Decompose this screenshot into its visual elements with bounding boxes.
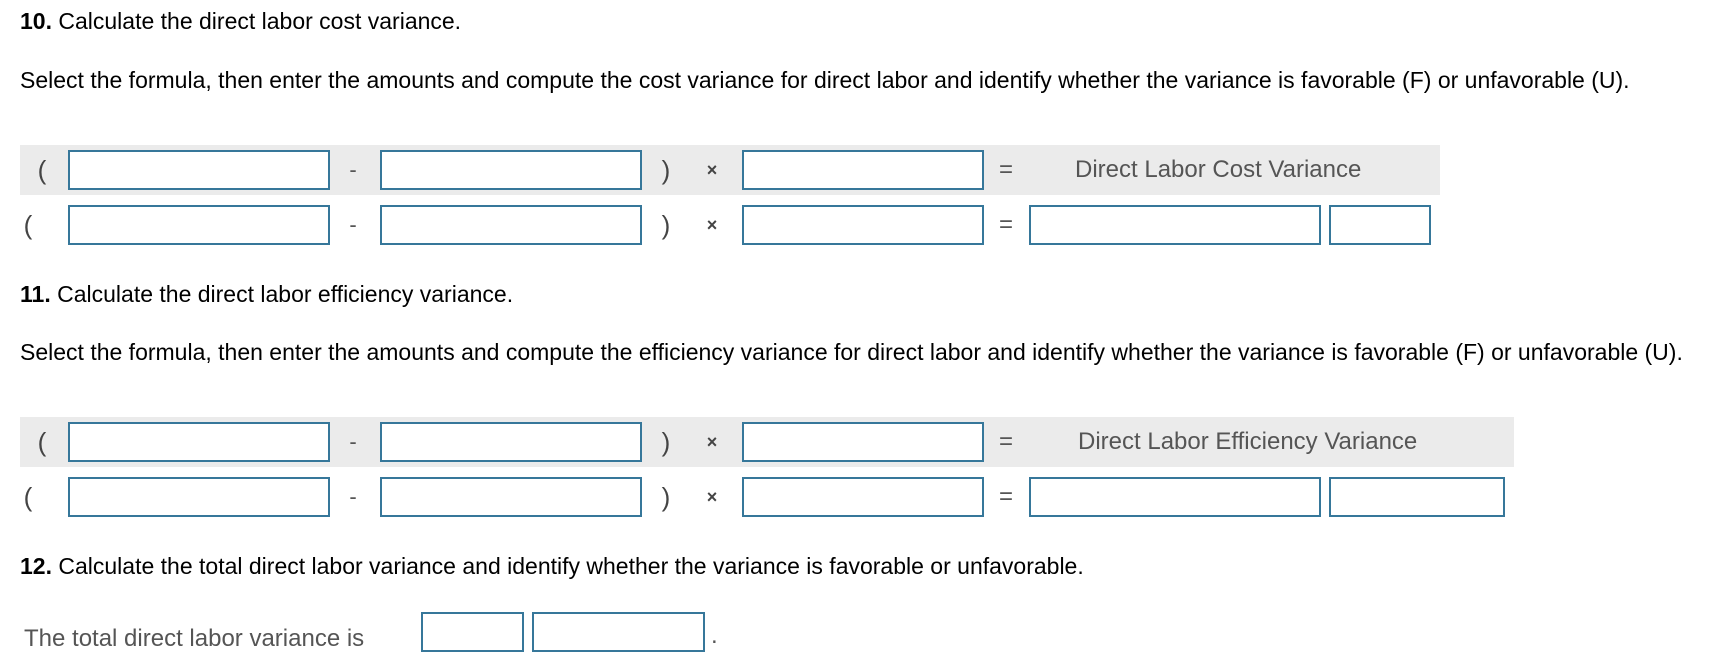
q10-title-text: Calculate the direct labor cost variance… <box>58 8 462 34</box>
q10-amount-input-3[interactable] <box>742 205 984 245</box>
q11-formula-minus: - <box>349 429 357 454</box>
q11-formula-input-1[interactable] <box>68 422 330 462</box>
q11-number: 11. <box>20 281 51 307</box>
q10-formula-equals: = <box>998 156 1013 183</box>
q12-title: 12. Calculate the total direct labor var… <box>20 553 1084 580</box>
q10-formula-open-paren: ( <box>37 155 47 185</box>
q10-variance-amount-input[interactable] <box>1029 205 1321 245</box>
q10-result-label: Direct Labor Cost Variance <box>1075 156 1362 183</box>
q11-result-label: Direct Labor Efficiency Variance <box>1078 428 1418 455</box>
q12-fu-select[interactable] <box>532 612 705 652</box>
q12-number: 12. <box>20 553 52 579</box>
q11-title: 11. Calculate the direct labor efficienc… <box>20 281 513 308</box>
q11-title-text: Calculate the direct labor efficiency va… <box>57 281 514 307</box>
q12-sentence-label: The total direct labor variance is <box>24 625 365 652</box>
q11-formula-equals: = <box>998 428 1013 455</box>
q11-amount-input-3[interactable] <box>742 477 984 517</box>
q11-formula-times: × <box>706 432 718 452</box>
q10-title: 10. Calculate the direct labor cost vari… <box>20 8 461 35</box>
q11-fu-select[interactable] <box>1329 477 1505 517</box>
q11-amount-input-2[interactable] <box>380 477 642 517</box>
q11-amount-minus: - <box>349 484 357 509</box>
q10-formula-input-3[interactable] <box>742 150 984 190</box>
q10-formula-minus: - <box>349 157 357 182</box>
q11-formula-open-paren: ( <box>37 427 47 457</box>
q12-total-amount-input[interactable] <box>421 612 524 652</box>
q10-amount-input-1[interactable] <box>68 205 330 245</box>
q11-amount-close-paren: ) <box>661 482 671 512</box>
q11-formula-close-paren: ) <box>661 427 671 457</box>
q10-formula-times: × <box>706 160 718 180</box>
q10-formula-input-2[interactable] <box>380 150 642 190</box>
q10-number: 10. <box>20 8 52 34</box>
q11-amount-times: × <box>706 487 718 507</box>
q11-amount-open-paren: ( <box>23 482 33 512</box>
q12-title-text: Calculate the total direct labor varianc… <box>58 553 1084 579</box>
q11-amount-input-1[interactable] <box>68 477 330 517</box>
q10-amount-equals: = <box>998 211 1013 238</box>
q10-amount-open-paren: ( <box>23 210 33 240</box>
q10-amount-times: × <box>706 215 718 235</box>
q11-amount-equals: = <box>998 483 1013 510</box>
q11-instructions: Select the formula, then enter the amoun… <box>20 339 1683 365</box>
q10-amount-input-2[interactable] <box>380 205 642 245</box>
q12-sentence-end: . <box>711 622 718 649</box>
q10-fu-select[interactable] <box>1329 205 1431 245</box>
q10-amount-close-paren: ) <box>661 210 671 240</box>
q11-formula-input-3[interactable] <box>742 422 984 462</box>
q11-formula-input-2[interactable] <box>380 422 642 462</box>
q10-instructions: Select the formula, then enter the amoun… <box>20 67 1630 93</box>
q10-formula-input-1[interactable] <box>68 150 330 190</box>
q10-amount-minus: - <box>349 212 357 237</box>
q11-variance-amount-input[interactable] <box>1029 477 1321 517</box>
q10-formula-close-paren: ) <box>661 155 671 185</box>
